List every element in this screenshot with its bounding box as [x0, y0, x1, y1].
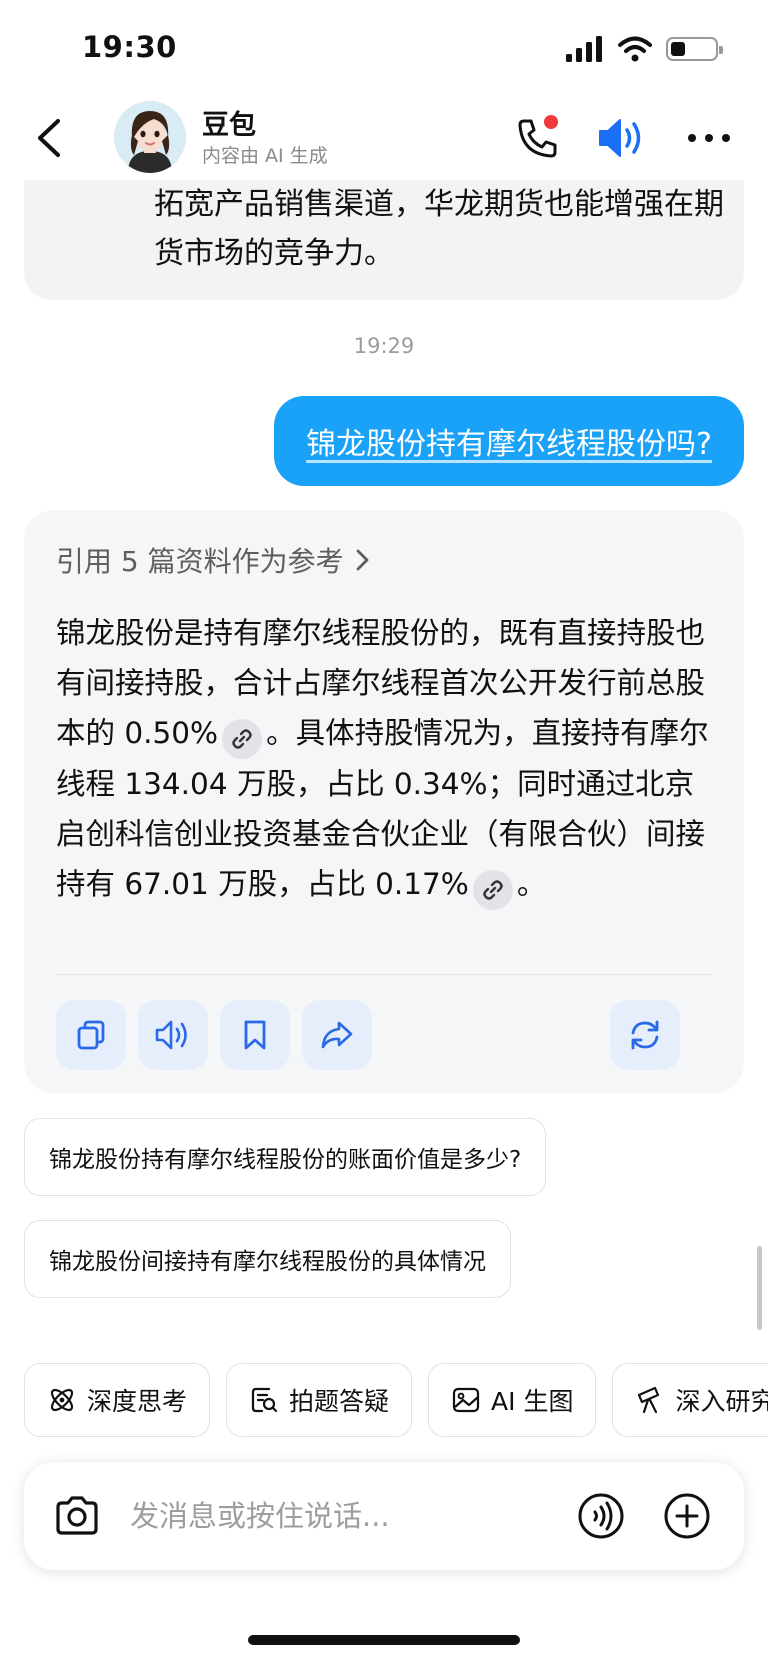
ai-image-chip[interactable]: AI 生图: [428, 1363, 597, 1437]
answer-part-3: 。: [516, 867, 547, 901]
notification-dot: [544, 115, 558, 129]
chat-header: 豆包 内容由 AI 生成: [0, 95, 768, 180]
chevron-right-icon: [356, 549, 369, 571]
user-message-bubble[interactable]: 锦龙股份持有摩尔线程股份吗?: [274, 396, 744, 486]
back-button[interactable]: [30, 113, 70, 163]
bot-answer-bubble: 引用 5 篇资料作为参考 锦龙股份是持有摩尔线程股份的，既有直接持股也有间接持股…: [24, 510, 744, 1093]
answer-divider: [56, 974, 712, 975]
home-indicator[interactable]: [248, 1635, 520, 1645]
message-input-bar: [24, 1462, 744, 1570]
read-aloud-icon: [155, 1020, 187, 1050]
share-button[interactable]: [302, 1000, 372, 1070]
suggested-question[interactable]: 锦龙股份间接持有摩尔线程股份的具体情况: [24, 1220, 511, 1298]
tool-label: 深度思考: [87, 1387, 188, 1416]
phone-icon: [518, 115, 558, 158]
avatar[interactable]: [114, 101, 186, 173]
voice-call-button[interactable]: [512, 113, 562, 163]
answer-text: 锦龙股份是持有摩尔线程股份的，既有直接持股也有间接持股，合计占摩尔线程首次公开发…: [56, 608, 716, 910]
more-options-button[interactable]: [684, 123, 734, 153]
add-attachment-button[interactable]: [662, 1491, 712, 1541]
source-link-chip[interactable]: [472, 870, 513, 910]
regenerate-icon: [631, 1020, 659, 1050]
image-icon: [452, 1387, 480, 1413]
deep-research-chip[interactable]: 深入研究: [612, 1363, 768, 1437]
camera-icon: [56, 1496, 98, 1535]
copy-button[interactable]: [56, 1000, 126, 1070]
link-icon: [483, 880, 503, 900]
avatar-illustration: [114, 101, 186, 173]
tool-chips: 深度思考 拍题答疑 AI 生图 深入研究: [24, 1363, 768, 1437]
copy-icon: [77, 1020, 105, 1050]
speaker-icon: [599, 119, 641, 157]
read-aloud-button[interactable]: [138, 1000, 208, 1070]
tool-label: AI 生图: [491, 1387, 574, 1416]
speaker-toggle-button[interactable]: [596, 115, 648, 161]
battery-icon: [666, 37, 723, 61]
user-message-text: 锦龙股份持有摩尔线程股份吗?: [306, 427, 712, 462]
share-icon: [321, 1021, 353, 1049]
more-icon: [688, 134, 730, 142]
bot-name: 豆包: [202, 110, 256, 141]
previous-message-text: 拓宽产品销售渠道，华龙期货也能增强在期货市场的竞争力。: [154, 187, 724, 271]
citation-text: 引用 5 篇资料作为参考: [56, 545, 344, 578]
message-input[interactable]: [130, 1492, 530, 1540]
plus-circle-icon: [664, 1493, 710, 1539]
message-timestamp: 19:29: [353, 334, 415, 358]
photo-question-chip[interactable]: 拍题答疑: [226, 1363, 413, 1437]
deep-thinking-chip[interactable]: 深度思考: [24, 1363, 211, 1437]
source-link-chip[interactable]: [222, 719, 263, 759]
tool-label: 深入研究: [675, 1387, 768, 1416]
wifi-icon: [618, 36, 652, 62]
tool-label: 拍题答疑: [289, 1387, 390, 1416]
link-icon: [232, 729, 252, 749]
status-time: 19:30: [82, 30, 177, 64]
regenerate-button[interactable]: [610, 1000, 680, 1070]
voice-mode-button[interactable]: [576, 1491, 626, 1541]
back-arrow-icon: [38, 119, 60, 157]
atom-icon: [50, 1388, 74, 1412]
camera-button[interactable]: [52, 1491, 102, 1541]
voice-wave-icon: [578, 1493, 624, 1539]
status-icons: [566, 36, 723, 62]
bookmark-button[interactable]: [220, 1000, 290, 1070]
citation-link[interactable]: 引用 5 篇资料作为参考: [56, 540, 372, 580]
status-bar: 19:30: [0, 0, 768, 95]
suggested-question[interactable]: 锦龙股份持有摩尔线程股份的账面价值是多少?: [24, 1118, 547, 1196]
scan-question-icon: [251, 1387, 278, 1413]
ai-generated-label: 内容由 AI 生成: [202, 145, 328, 167]
scrollbar[interactable]: [757, 1246, 762, 1330]
bookmark-icon: [244, 1020, 266, 1050]
cellular-signal-icon: [566, 36, 602, 62]
telescope-icon: [638, 1386, 660, 1414]
